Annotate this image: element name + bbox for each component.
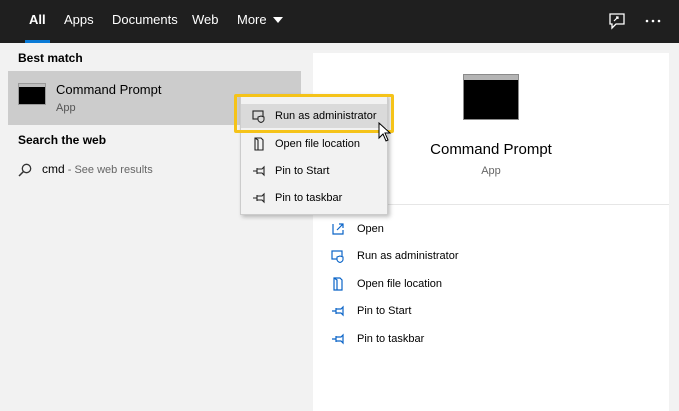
highlight-box [234,94,394,133]
action-pin-to-start[interactable]: Pin to Start [331,303,651,321]
chevron-down-icon [272,17,283,23]
folder-location-icon [252,137,266,151]
action-run-as-administrator[interactable]: Run as administrator [331,248,651,266]
tab-all[interactable]: All [25,0,50,43]
web-query-text: cmd [42,162,65,176]
best-match-subtitle: App [56,102,76,114]
best-match-heading: Best match [18,51,83,65]
menu-item-pin-to-taskbar[interactable]: Pin to taskbar [241,186,387,210]
shield-icon [331,249,345,263]
tab-web[interactable]: Web [192,0,219,43]
pin-icon [252,191,266,205]
action-pin-to-taskbar[interactable]: Pin to taskbar [331,331,651,349]
search-scope-bar: All Apps Documents Web More [0,0,679,43]
menu-item-open-file-location[interactable]: Open file location [241,132,387,156]
pin-icon [331,304,345,318]
pin-icon [331,332,345,346]
search-web-heading: Search the web [18,133,107,147]
folder-location-icon [331,277,345,291]
command-prompt-icon [18,83,46,105]
mouse-cursor-icon [378,122,392,142]
menu-item-pin-to-start[interactable]: Pin to Start [241,159,387,183]
best-match-title: Command Prompt [56,82,162,97]
action-open-file-location[interactable]: Open file location [331,276,651,294]
action-open[interactable]: Open [331,221,651,239]
command-prompt-large-icon [463,74,519,120]
search-icon [18,163,32,177]
tab-documents[interactable]: Documents [112,0,178,43]
more-options-icon[interactable] [643,11,663,31]
pin-icon [252,164,266,178]
open-icon [331,222,345,236]
tab-more[interactable]: More [237,0,283,43]
tab-apps[interactable]: Apps [64,0,94,43]
web-results-hint: - See web results [64,164,153,176]
feedback-icon[interactable] [607,11,627,31]
